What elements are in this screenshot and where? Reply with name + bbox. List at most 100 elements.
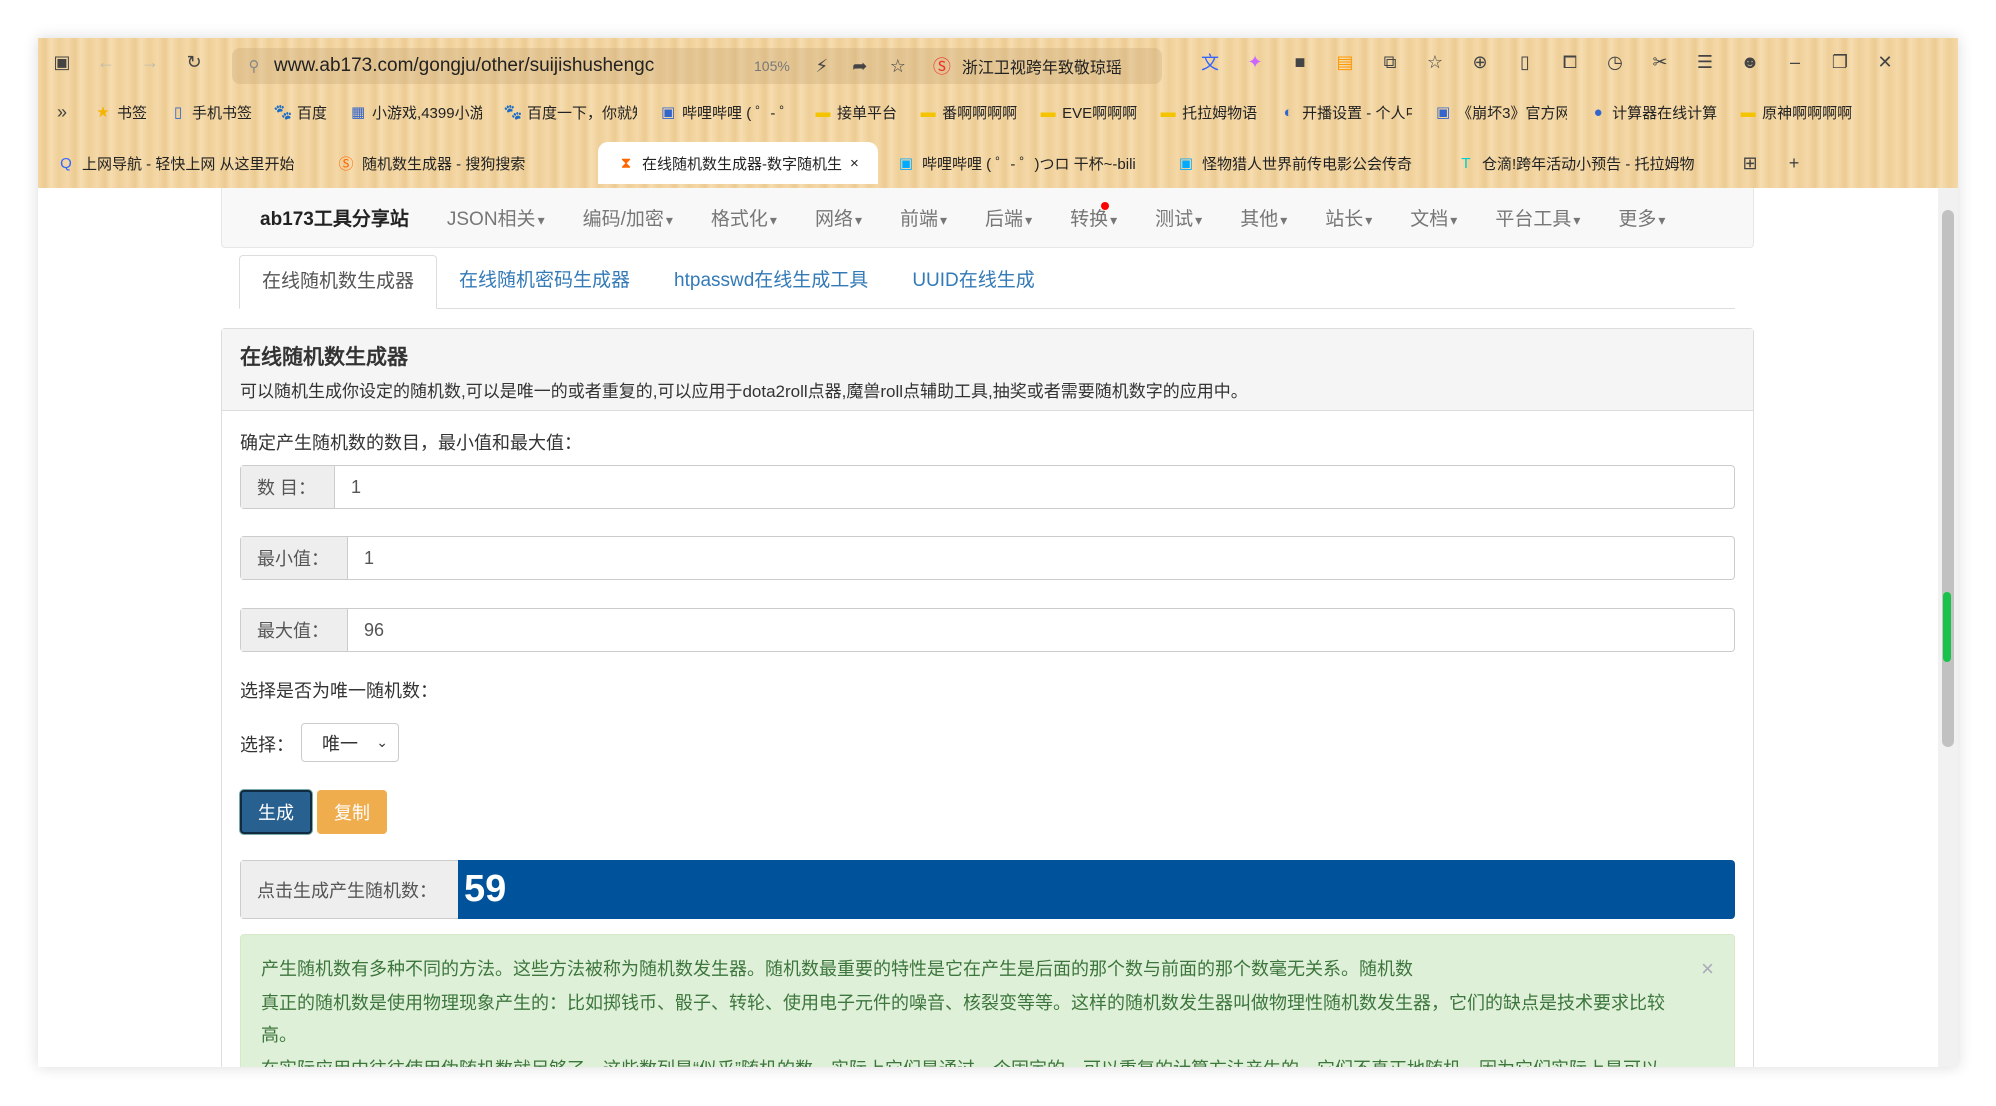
scrollbar-thumb[interactable]: [1942, 210, 1954, 747]
bookmark-item[interactable]: 🐾 百度: [274, 100, 327, 124]
minimize-icon[interactable]: –: [1783, 50, 1807, 74]
close-icon[interactable]: ×: [1701, 953, 1714, 985]
panel-header: 在线随机数生成器 可以随机生成你设定的随机数,可以是唯一的或者重复的,可以应用于…: [222, 329, 1753, 411]
result-label: 点击生成产生随机数：: [240, 860, 458, 919]
browser-tab[interactable]: T 仓滴!跨年活动小预告 - 托拉姆物: [1438, 142, 1718, 184]
nav-menu-item[interactable]: 文档: [1410, 204, 1457, 231]
nav-menu-item[interactable]: 后端: [985, 204, 1032, 231]
bookmark-item[interactable]: ▦ 小游戏,4399小游戏: [349, 100, 482, 124]
chevron-double-right-icon[interactable]: »: [50, 100, 74, 124]
bookmark-item[interactable]: ★ 书签: [94, 100, 147, 124]
tab-favicon: ▣: [898, 155, 914, 172]
max-input[interactable]: 96: [348, 609, 1734, 651]
nav-menu-item[interactable]: 其他: [1240, 204, 1287, 231]
nav-menu-item[interactable]: 转换: [1070, 202, 1117, 231]
forward-icon[interactable]: →: [138, 50, 162, 74]
file-sync-icon[interactable]: ▤: [1333, 50, 1357, 74]
bookmark-item[interactable]: ▬ EVE啊啊啊: [1039, 100, 1138, 124]
nav-menu-item[interactable]: JSON相关: [447, 204, 545, 231]
devices-icon[interactable]: ⧠: [1558, 50, 1582, 74]
tool-tab[interactable]: htpasswd在线生成工具: [652, 255, 890, 308]
bookmark-label: 开播设置 - 个人中: [1302, 104, 1413, 122]
favorites-icon[interactable]: ☆: [1423, 50, 1447, 74]
address-bar[interactable]: ⚲ www.ab173.com/gongju/other/suijishushe…: [232, 48, 1162, 84]
zoom-level[interactable]: 105%: [754, 58, 790, 74]
bookmark-item[interactable]: ● 计算器在线计算: [1589, 100, 1718, 124]
tab-groups-icon[interactable]: ⊞: [1738, 151, 1762, 175]
tool-tab[interactable]: UUID在线生成: [890, 255, 1056, 308]
close-window-icon[interactable]: ✕: [1873, 50, 1897, 74]
tab-favicon: ⧗: [620, 154, 632, 172]
unique-select-value: 唯一: [322, 733, 358, 754]
bookmark-item[interactable]: ▯ 手机书签: [169, 100, 252, 124]
count-input[interactable]: 1: [335, 466, 1734, 508]
unique-select[interactable]: 唯一 ⌄: [301, 723, 399, 762]
bookmark-item[interactable]: ▬ 原神啊啊啊啊: [1739, 100, 1853, 124]
tab-close-icon[interactable]: ×: [850, 155, 859, 172]
bookmark-item[interactable]: ▬ 托拉姆物语: [1159, 100, 1258, 124]
puzzle-icon[interactable]: ⧉: [1378, 50, 1402, 74]
scissors-icon[interactable]: ✂: [1648, 50, 1672, 74]
browser-tab[interactable]: ⧗ 在线随机数生成器-数字随机生 ×: [598, 142, 878, 184]
select-label: 选择：: [240, 735, 294, 755]
back-icon[interactable]: ←: [94, 50, 118, 74]
sidebar-toggle-icon[interactable]: ▣: [50, 50, 74, 74]
scrollbar[interactable]: [1938, 188, 1958, 1067]
bookmark-icon: ▣: [1436, 104, 1451, 121]
phone-icon[interactable]: ▯: [1513, 50, 1537, 74]
nav-menu-item[interactable]: 站长: [1325, 204, 1372, 231]
bookmark-icon: ▯: [173, 104, 183, 121]
copy-button[interactable]: 复制: [317, 790, 387, 834]
browser-tab[interactable]: ▣ 哔哩哔哩 ( ゜- ゜)つロ 干杯~-bili: [878, 142, 1158, 184]
min-input[interactable]: 1: [348, 537, 1734, 579]
tool-tab[interactable]: 在线随机数生成器: [239, 255, 438, 309]
extension-icon[interactable]: ■: [1288, 50, 1312, 74]
browser-tab[interactable]: ▣ 怪物猎人世界前传电影公会传奇: [1158, 142, 1438, 184]
site-brand[interactable]: ab173工具分享站: [260, 204, 409, 231]
bookmark-label: 百度一下，你就知: [527, 104, 638, 122]
bookmark-label: 《崩坏3》官方网站: [1457, 104, 1568, 122]
lightning-icon[interactable]: ⚡: [810, 54, 834, 78]
bookmark-item[interactable]: 🐾 百度一下，你就知: [504, 100, 637, 124]
share-icon[interactable]: ➦: [848, 54, 872, 78]
bookmark-label: 手机书签: [192, 104, 253, 122]
min-label: 最小值：: [241, 537, 348, 579]
nav-menu-item[interactable]: 网络: [815, 204, 862, 231]
restore-icon[interactable]: ❐: [1828, 50, 1852, 74]
max-label: 最大值：: [241, 609, 348, 651]
browser-tab[interactable]: Ⓢ 随机数生成器 - 搜狗搜索: [318, 142, 598, 184]
history-icon[interactable]: ◷: [1603, 50, 1627, 74]
nav-menu-item[interactable]: 格式化: [711, 204, 777, 231]
bookmark-icon: 🐾: [273, 104, 293, 121]
nav-menu-item[interactable]: 更多: [1618, 204, 1665, 231]
bookmark-item[interactable]: ▬ 番啊啊啊啊: [919, 100, 1018, 124]
bookmark-label: 书签: [117, 104, 148, 122]
translate-icon[interactable]: 文: [1198, 50, 1222, 74]
result-value[interactable]: 59: [458, 860, 1735, 919]
nav-menu-item[interactable]: 前端: [900, 204, 947, 231]
tab-title: 怪物猎人世界前传电影公会传奇: [1202, 155, 1413, 173]
bookmark-item[interactable]: ▣ 《崩坏3》官方网站: [1434, 100, 1567, 124]
notification-dot: [1101, 202, 1110, 210]
ai-icon[interactable]: ✦: [1243, 50, 1267, 74]
search-suggestion[interactable]: 浙江卫视跨年致敬琼瑶: [962, 54, 1122, 78]
tab-strip: Q 上网导航 - 轻快上网 从这里开始 Ⓢ 随机数生成器 - 搜狗搜索 ⧗ 在线随机数生成…: [38, 142, 1958, 184]
bookmark-label: 小游戏,4399小游戏: [372, 104, 483, 122]
nav-menu-item[interactable]: 编码/加密: [583, 204, 673, 231]
tool-tab[interactable]: 在线随机密码生成器: [437, 255, 652, 308]
browser-tab[interactable]: Q 上网导航 - 轻快上网 从这里开始: [38, 142, 318, 184]
reload-icon[interactable]: ↻: [182, 50, 206, 74]
bookmark-item[interactable]: ▬ 接单平台: [814, 100, 898, 124]
download-icon[interactable]: ⊕: [1468, 50, 1492, 74]
generate-button[interactable]: 生成: [240, 790, 312, 834]
bookmark-item[interactable]: ◐ 开播设置 - 个人中: [1279, 100, 1413, 124]
new-tab-icon[interactable]: +: [1782, 151, 1806, 175]
avatar[interactable]: ☻: [1738, 50, 1762, 74]
nav-menu-item[interactable]: 平台工具: [1495, 204, 1580, 231]
bookmark-icon: ▣: [660, 104, 676, 121]
nav-menu-item[interactable]: 测试: [1155, 204, 1202, 231]
menu-icon[interactable]: ☰: [1693, 50, 1717, 74]
star-add-icon[interactable]: ☆: [886, 54, 910, 78]
alert-line: 真正的随机数是使用物理现象产生的：比如掷钱币、骰子、转轮、使用电子元件的噪音、核…: [261, 993, 1665, 1045]
bookmark-item[interactable]: ▣ 哔哩哔哩 ( ゜- ゜)つ: [659, 100, 792, 124]
